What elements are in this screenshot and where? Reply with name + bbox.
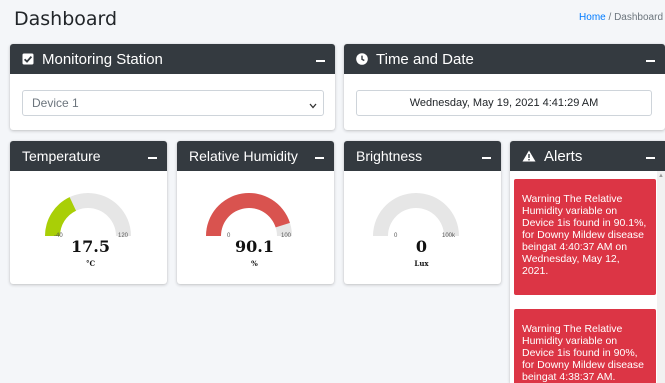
monitoring-station-title: Monitoring Station bbox=[42, 50, 163, 68]
alert-item: Warning The Relative Humidity variable o… bbox=[514, 309, 656, 383]
alerts-scrollbar[interactable] bbox=[657, 171, 665, 383]
breadcrumb-home-link[interactable]: Home bbox=[579, 12, 606, 23]
humidity-header: Relative Humidity bbox=[177, 141, 334, 171]
device-select-value: Device 1 bbox=[32, 96, 79, 110]
temperature-gauge bbox=[45, 193, 131, 236]
temperature-gauge-fill bbox=[45, 197, 77, 236]
chevron-down-icon bbox=[309, 98, 317, 112]
temperature-card: Temperature -40 120 17.5 °C bbox=[10, 141, 167, 284]
alerts-header: Alerts bbox=[510, 141, 665, 171]
collapse-minus-icon[interactable] bbox=[148, 157, 157, 159]
humidity-title: Relative Humidity bbox=[189, 148, 298, 164]
time-date-header: Time and Date bbox=[344, 44, 665, 74]
temperature-value: 17.5 bbox=[71, 237, 110, 256]
brightness-unit: Lux bbox=[414, 259, 429, 268]
scroll-up-arrow-icon[interactable]: ▲ bbox=[658, 173, 664, 179]
time-date-card: Time and Date Wednesday, May 19, 2021 4:… bbox=[344, 44, 665, 130]
time-date-title: Time and Date bbox=[376, 50, 474, 68]
datetime-display: Wednesday, May 19, 2021 4:41:29 AM bbox=[356, 90, 652, 116]
page-title: Dashboard bbox=[14, 8, 118, 30]
collapse-minus-icon[interactable] bbox=[646, 60, 655, 62]
breadcrumb-current: Dashboard bbox=[614, 12, 663, 23]
collapse-minus-icon[interactable] bbox=[482, 157, 491, 159]
brightness-card: Brightness 0 100k 0 Lux bbox=[344, 141, 501, 284]
collapse-minus-icon[interactable] bbox=[315, 157, 324, 159]
monitoring-station-card: Monitoring Station Device 1 bbox=[10, 44, 335, 130]
temperature-unit: °C bbox=[85, 259, 96, 268]
breadcrumb-separator: / bbox=[608, 12, 612, 23]
brightness-value: 0 bbox=[415, 237, 428, 256]
clock-icon bbox=[356, 53, 368, 65]
humidity-card: Relative Humidity 0 100 90.1 % bbox=[177, 141, 334, 284]
alert-item: Warning The Relative Humidity variable o… bbox=[514, 179, 656, 295]
monitoring-station-header: Monitoring Station bbox=[10, 44, 335, 74]
breadcrumb: Home / Dashboard bbox=[579, 12, 663, 23]
brightness-gauge bbox=[373, 193, 459, 236]
brightness-header: Brightness bbox=[344, 141, 501, 171]
brightness-gauge-track bbox=[373, 193, 459, 236]
humidity-unit: % bbox=[251, 259, 258, 268]
collapse-minus-icon[interactable] bbox=[646, 157, 655, 159]
brightness-title: Brightness bbox=[356, 148, 423, 164]
warning-icon bbox=[522, 150, 536, 162]
checkbox-icon bbox=[22, 53, 34, 65]
temperature-title: Temperature bbox=[22, 148, 101, 164]
alerts-card: Alerts ▲ Warning The Relative Humidity v… bbox=[510, 141, 665, 383]
humidity-gauge bbox=[206, 193, 292, 236]
humidity-value: 90.1 bbox=[235, 237, 274, 256]
alerts-title: Alerts bbox=[544, 147, 583, 165]
temperature-header: Temperature bbox=[10, 141, 167, 171]
device-select[interactable]: Device 1 bbox=[22, 90, 324, 116]
collapse-minus-icon[interactable] bbox=[316, 60, 325, 62]
